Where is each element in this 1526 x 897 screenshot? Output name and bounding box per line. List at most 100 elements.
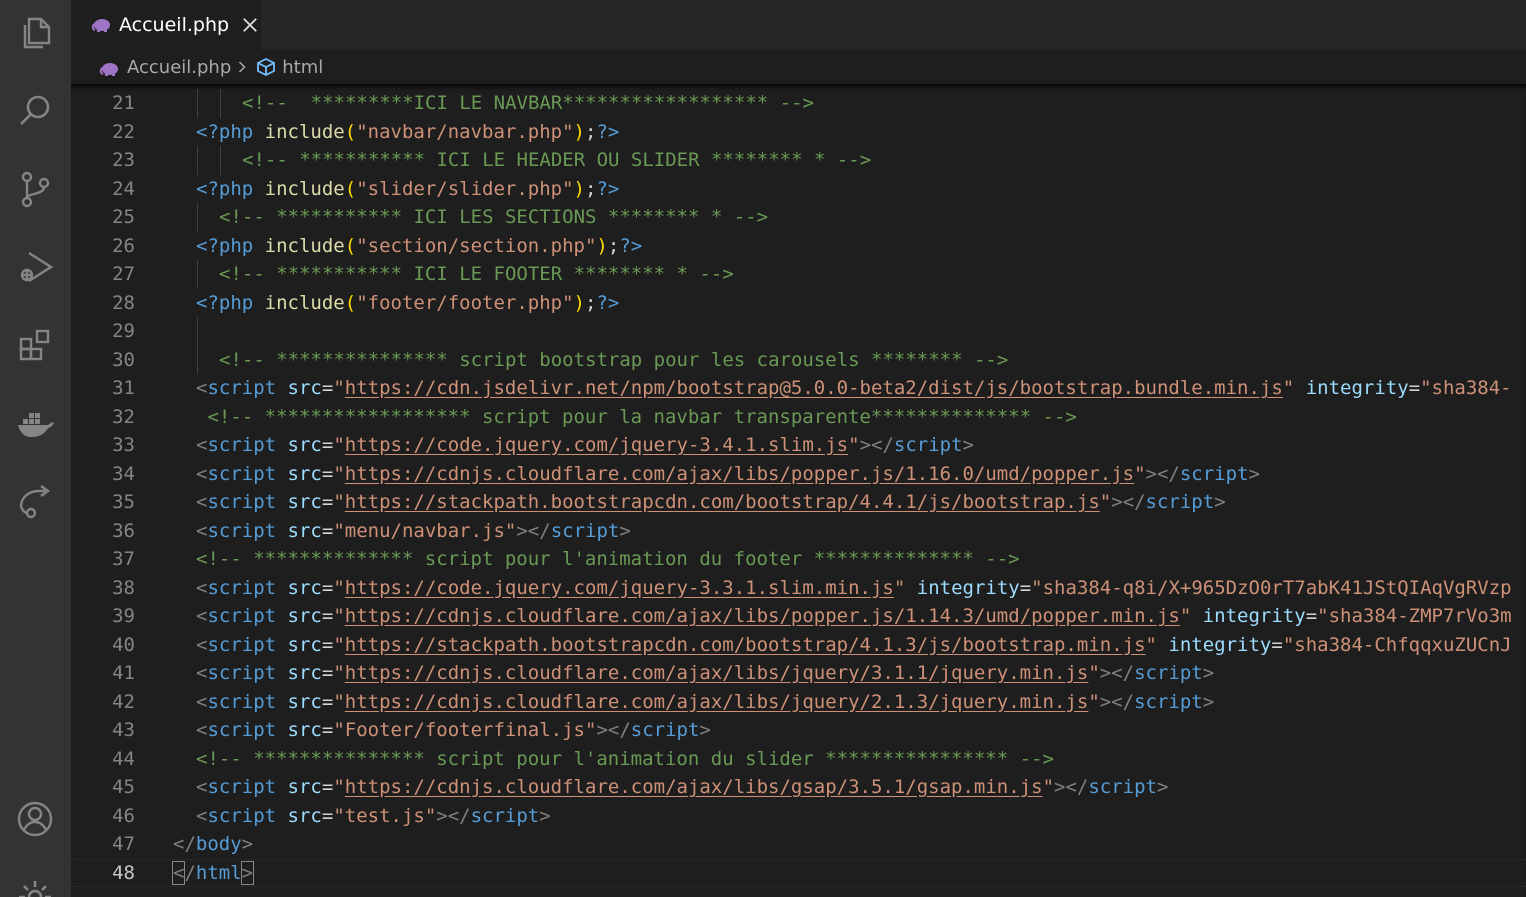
code-token: "section/section.php" (356, 234, 597, 257)
line-code: <!-- *********** ICI LE HEADER OU SLIDER… (242, 146, 871, 175)
code-token: "navbar/navbar.php" (356, 120, 574, 143)
code-line[interactable]: 21 <!-- *********ICI LE NAVBAR***********… (71, 89, 1526, 118)
code-line[interactable]: 26 <?php include("section/section.php");?… (71, 232, 1526, 261)
code-token: > (1156, 776, 1169, 798)
code-token: "slider/slider.php" (356, 177, 574, 200)
line-number: 25 (112, 206, 135, 228)
line-code: <script src="https://cdnjs.cloudflare.co… (196, 688, 1214, 717)
code-token: = (321, 576, 334, 599)
code-token: ></ (596, 719, 631, 741)
files-icon[interactable] (13, 11, 57, 55)
code-line[interactable]: 38 <script src="https://code.jquery.com/j… (71, 574, 1526, 603)
code-token: < (196, 605, 208, 627)
code-line[interactable]: 25 <!-- *********** ICI LES SECTIONS ****… (71, 203, 1526, 232)
tab-accueil-php[interactable]: Accueil.php (71, 0, 261, 50)
code-token: "sha384-q8i/X+965DzO0rT7abK41JStQIAqVgRV… (1031, 576, 1512, 599)
code-token: = (321, 690, 334, 713)
code-token: = (321, 662, 334, 684)
symbol-cube-icon (255, 57, 277, 77)
code-token: " (893, 576, 906, 599)
code-link[interactable]: https://stackpath.bootstrapcdn.com/boots… (345, 634, 1146, 656)
breadcrumb-file[interactable]: Accueil.php (127, 57, 231, 78)
breadcrumb-symbol[interactable]: html (282, 57, 323, 78)
code-token: "footer/footer.php" (356, 291, 574, 314)
code-link[interactable]: https://cdn.jsdelivr.net/npm/bootstrap@5… (345, 377, 1283, 399)
code-link[interactable]: https://cdnjs.cloudflare.com/ajax/libs/g… (345, 776, 1043, 798)
code-link[interactable]: https://cdnjs.cloudflare.com/ajax/libs/j… (345, 662, 1089, 684)
code-link[interactable]: https://cdnjs.cloudflare.com/ajax/libs/j… (345, 691, 1089, 713)
code-line[interactable]: 23 <!-- *********** ICI LE HEADER OU SLID… (71, 146, 1526, 175)
code-line[interactable]: 46 <script src="test.js"></script> (71, 802, 1526, 831)
code-token: "sha384-ChfqqxuZUCnJ (1282, 633, 1512, 656)
line-number: 48 (112, 861, 135, 884)
code-token: " (333, 605, 345, 627)
code-token: > (619, 519, 631, 542)
code-line[interactable]: 22 <?php include("navbar/navbar.php");?> (71, 118, 1526, 147)
code-line[interactable]: 40 <script src="https://stackpath.bootstr… (71, 631, 1526, 660)
code-token: = (321, 519, 334, 542)
code-token: ></ (516, 519, 551, 542)
code-token: " (333, 662, 345, 684)
code-editor[interactable]: 21 <!-- *********ICI LE NAVBAR***********… (71, 84, 1526, 897)
code-token: = (321, 776, 334, 798)
close-icon[interactable] (241, 16, 259, 34)
code-line[interactable]: 36 <script src="menu/navbar.js"></script> (71, 517, 1526, 546)
code-line[interactable]: 29 (71, 317, 1526, 346)
code-token: <!-- *********** ICI LES SECTIONS ******… (219, 206, 769, 228)
code-token: <?php (196, 120, 254, 143)
code-token: include (264, 177, 345, 200)
search-icon[interactable] (13, 89, 57, 133)
gear-icon[interactable] (13, 875, 57, 897)
line-number: 29 (112, 320, 135, 342)
indent-guide (197, 345, 198, 374)
code-line[interactable]: 43 <script src="Footer/footerfinal.js"></… (71, 716, 1526, 745)
code-link[interactable]: https://stackpath.bootstrapcdn.com/boots… (345, 491, 1100, 513)
code-line[interactable]: 47 </body> (71, 830, 1526, 859)
indent-guide (197, 89, 198, 118)
code-token: " (333, 690, 345, 713)
code-token: script (207, 377, 277, 399)
code-line[interactable]: 31 <script src="https://cdn.jsdelivr.net/… (71, 374, 1526, 403)
code-line[interactable]: 33 <script src="https://code.jquery.com/j… (71, 431, 1526, 460)
code-line[interactable]: 34 <script src="https://cdnjs.cloudflare.… (71, 460, 1526, 489)
code-token: " (333, 633, 345, 656)
code-link[interactable]: https://code.jquery.com/jquery-3.4.1.sli… (345, 434, 848, 456)
code-link[interactable]: https://code.jquery.com/jquery-3.3.1.sli… (345, 577, 894, 599)
code-line[interactable]: 32 <!-- ****************** script pour la… (71, 403, 1526, 432)
extensions-icon[interactable] (13, 323, 57, 367)
code-line[interactable]: 37 <!-- ************** script pour l'anim… (71, 545, 1526, 574)
live-share-icon[interactable] (13, 479, 57, 523)
code-token: > (1214, 491, 1226, 513)
code-token: ; (584, 291, 597, 314)
run-debug-icon[interactable] (13, 245, 57, 289)
code-line[interactable]: 24 <?php include("slider/slider.php");?> (71, 175, 1526, 204)
code-line[interactable]: 45 <script src="https://cdnjs.cloudflare.… (71, 773, 1526, 802)
code-line[interactable]: 42 <script src="https://cdnjs.cloudflare.… (71, 688, 1526, 717)
source-control-icon[interactable] (13, 167, 57, 211)
indent-guide (197, 317, 198, 346)
code-line[interactable]: 41 <script src="https://cdnjs.cloudflare.… (71, 659, 1526, 688)
code-token: script (207, 719, 277, 741)
code-token: < (171, 860, 186, 885)
code-line[interactable]: 48 </html> (71, 859, 1526, 888)
code-line[interactable]: 28 <?php include("footer/footer.php");?> (71, 289, 1526, 318)
code-line[interactable]: 44 <!-- *************** script pour l'ani… (71, 745, 1526, 774)
code-line[interactable]: 35 <script src="https://stackpath.bootstr… (71, 488, 1526, 517)
account-icon[interactable] (13, 797, 57, 841)
docker-icon[interactable] (13, 401, 57, 445)
code-line[interactable]: 30 <!-- *************** script bootstrap … (71, 345, 1526, 374)
code-line[interactable]: 27 <!-- *********** ICI LE FOOTER *******… (71, 260, 1526, 289)
code-token: script (207, 462, 277, 485)
code-token: ( (344, 120, 357, 143)
line-code: <script src="menu/navbar.js"></script> (196, 517, 631, 546)
code-token: integrity (916, 576, 1020, 599)
code-token: integrity (1168, 633, 1272, 656)
code-token: " (1179, 605, 1192, 627)
line-number: 41 (112, 662, 135, 684)
code-link[interactable]: https://cdnjs.cloudflare.com/ajax/libs/p… (345, 605, 1180, 627)
code-token: < (196, 804, 208, 827)
code-line[interactable]: 39 <script src="https://cdnjs.cloudflare.… (71, 602, 1526, 631)
code-link[interactable]: https://cdnjs.cloudflare.com/ajax/libs/p… (345, 463, 1134, 485)
